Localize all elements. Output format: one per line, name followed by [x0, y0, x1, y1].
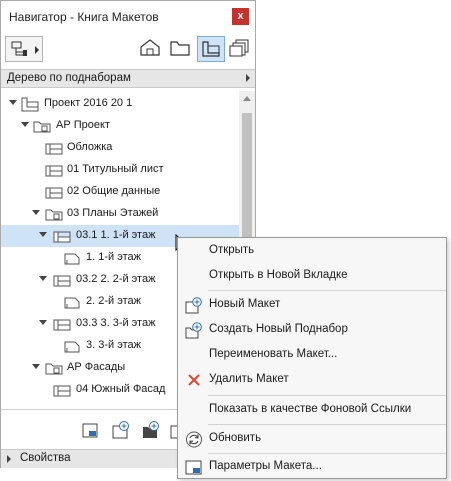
navigator-tree-icon	[11, 41, 27, 56]
menu-item-open-new-tab[interactable]: Открыть в Новой Вкладке	[178, 264, 446, 288]
view-map-button[interactable]	[167, 36, 195, 62]
layout-icon	[53, 231, 71, 243]
delete-x-icon	[188, 374, 200, 386]
tree-item-layout[interactable]: Обложка	[1, 137, 239, 159]
folder-icon	[45, 209, 63, 221]
menu-item-show-as-reference[interactable]: Показать в качестве Фоновой Ссылки	[178, 398, 446, 422]
publisher-sets-button[interactable]	[227, 36, 255, 62]
close-button[interactable]: x	[232, 8, 249, 25]
subset-view-label: Дерево по поднаборам	[7, 72, 131, 84]
menu-separator	[208, 453, 446, 454]
expand-toggle[interactable]	[39, 232, 47, 237]
expand-toggle[interactable]	[9, 100, 17, 105]
window-title: Навигатор - Книга Макетов	[9, 10, 159, 24]
tree-item-label: 01 Титульный лист	[67, 163, 164, 175]
layout-icon	[45, 143, 63, 155]
toolbar	[1, 32, 255, 66]
menu-item-label: Параметры Макета...	[209, 460, 322, 472]
drawing-icon	[64, 253, 80, 265]
properties-label: Свойства	[20, 452, 71, 464]
new-layout-icon	[185, 297, 202, 314]
layout-icon	[53, 275, 71, 287]
tree-item-label: 02 Общие данные	[67, 185, 161, 197]
expand-toggle[interactable]	[39, 320, 47, 325]
layout-properties-icon[interactable]	[81, 420, 101, 440]
tree-item-label: АР Фасады	[67, 361, 126, 373]
menu-item-refresh[interactable]: Обновить	[178, 427, 446, 451]
menu-separator	[208, 290, 446, 291]
expand-toggle[interactable]	[39, 276, 47, 281]
tree-item-label: 2. 2-й этаж	[86, 295, 141, 307]
menu-separator	[208, 424, 446, 425]
subset-view-dropdown[interactable]: Дерево по поднаборам	[1, 69, 255, 88]
tree-item-subset[interactable]: АР Проект	[1, 115, 239, 137]
tree-item-label: 03.3 3. 3-й этаж	[76, 317, 156, 329]
tree-item-layout[interactable]: 01 Титульный лист	[1, 159, 239, 181]
menu-item-open[interactable]: Открыть	[178, 239, 446, 263]
menu-item-label: Открыть	[209, 244, 255, 256]
folder-icon	[33, 121, 51, 133]
layout-icon	[53, 385, 71, 397]
new-subset-icon	[185, 322, 202, 339]
chevron-right-icon	[7, 455, 11, 463]
menu-item-label: Открыть в Новой Вкладке	[209, 269, 348, 281]
tree-item-project[interactable]: Проект 2016 20 1	[1, 93, 239, 115]
expand-toggle[interactable]	[32, 210, 40, 215]
tree-item-label: 1. 1-й этаж	[86, 251, 141, 263]
context-menu: Открыть Открыть в Новой Вкладке Новый Ма…	[177, 237, 447, 479]
menu-item-rename[interactable]: Переименовать Макет...	[178, 343, 446, 367]
menu-item-label: Обновить	[209, 432, 262, 444]
layout-icon	[53, 319, 71, 331]
tree-item-label: Обложка	[67, 141, 113, 153]
new-layout-icon[interactable]	[111, 420, 131, 440]
tree-item-subset[interactable]: 03 Планы Этажей	[1, 203, 239, 225]
expand-toggle[interactable]	[21, 122, 29, 127]
menu-item-label: Показать в качестве Фоновой Ссылки	[209, 403, 412, 415]
tree-item-label: 04 Южный Фасад	[76, 383, 166, 395]
tree-item-label: 03.1 1. 1-й этаж	[76, 229, 156, 241]
menu-item-new-layout[interactable]: Новый Макет	[178, 293, 446, 317]
layout-settings-icon	[185, 460, 202, 475]
menu-item-label: Переименовать Макет...	[209, 348, 338, 360]
expand-toggle[interactable]	[32, 364, 40, 369]
refresh-icon	[186, 431, 202, 448]
navigator-mode-button[interactable]	[5, 36, 43, 62]
title-bar[interactable]: Навигатор - Книга Макетов x	[1, 1, 255, 31]
menu-item-delete[interactable]: Удалить Макет	[178, 368, 446, 392]
tree-item-layout[interactable]: 02 Общие данные	[1, 181, 239, 203]
layout-book-icon	[202, 41, 220, 57]
menu-item-label: Создать Новый Поднабор	[209, 323, 348, 335]
scroll-up-icon[interactable]	[243, 96, 251, 101]
tree-item-label: Проект 2016 20 1	[44, 97, 133, 109]
new-subset-icon[interactable]	[141, 420, 161, 440]
chevron-right-icon	[246, 74, 250, 82]
tree-item-label: 03 Планы Этажей	[67, 207, 159, 219]
layout-icon	[45, 165, 63, 177]
menu-item-layout-settings[interactable]: Параметры Макета...	[178, 455, 446, 479]
menu-separator	[208, 395, 446, 396]
tree-item-label: 03.2 2. 2-й этаж	[76, 273, 156, 285]
drawing-icon	[64, 297, 80, 309]
menu-item-label: Новый Макет	[209, 298, 281, 310]
project-map-button[interactable]	[137, 36, 165, 62]
menu-item-label: Удалить Макет	[209, 373, 289, 385]
chevron-right-icon	[35, 46, 39, 54]
menu-item-new-subset[interactable]: Создать Новый Поднабор	[178, 318, 446, 342]
tree-item-label: 3. 3-й этаж	[86, 339, 141, 351]
tree-item-label: АР Проект	[56, 119, 110, 131]
view-map-icon	[170, 41, 190, 56]
layout-book-button[interactable]	[197, 36, 225, 62]
house-icon	[140, 39, 160, 56]
drawing-icon	[64, 341, 80, 353]
folder-icon	[45, 363, 63, 375]
project-icon	[21, 97, 39, 112]
layout-icon	[45, 187, 63, 199]
publisher-sets-icon	[229, 39, 249, 57]
